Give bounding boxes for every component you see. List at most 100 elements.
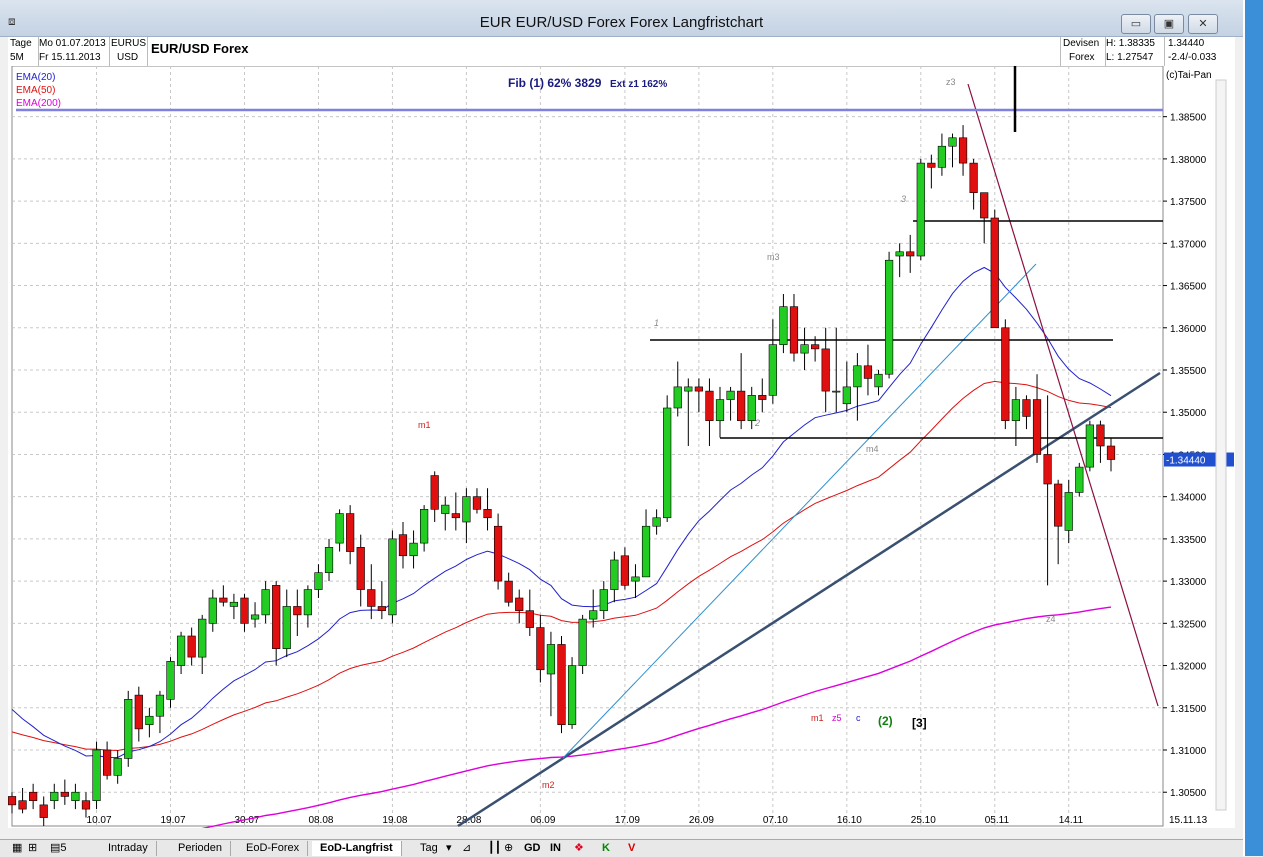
candle-body [779,306,788,345]
y-tick-label: 1.36500 [1170,282,1207,293]
candle-body [557,644,566,725]
last-price: 1.34440 [1168,38,1205,49]
candle-body [219,597,228,603]
wave-annotation: z3 [946,77,956,87]
y-tick-label: 1.31000 [1170,746,1207,757]
wave-annotation: m2 [542,780,555,790]
symbol-top: EURUS [111,38,147,49]
table-icon[interactable]: ⊞ [28,841,37,856]
wave-annotation: m3 [767,252,780,262]
y-tick-label: 1.32000 [1170,662,1207,673]
gd-button[interactable]: GD [524,841,541,856]
chevron-down-icon[interactable]: ▾ [446,841,452,856]
x-tick-label: 16.10 [837,815,862,826]
close-button[interactable]: ✕ [1188,14,1218,34]
wave-annotation: 2 [754,418,760,428]
candle-body [420,509,429,544]
x-tick-label: 10.07 [87,815,112,826]
candle-body [948,137,957,147]
tab-eod-forex[interactable]: EoD-Forex [238,841,309,856]
x-tick-label: 26.09 [689,815,714,826]
bars-icon[interactable]: ┃┃ [488,841,501,856]
wave-annotation: z5 [832,713,842,723]
candle-body [705,390,714,421]
candle-body [694,386,703,392]
copyright-label: (c)Tai-Pan [1166,70,1212,81]
x-tick-label: 19.07 [161,815,186,826]
candle-body [737,390,746,421]
in-button[interactable]: IN [550,841,561,856]
candle-body [567,665,577,725]
grid-icon[interactable]: ▦ [12,841,22,856]
candle-body [536,627,545,671]
symbol-bottom: USD [117,52,139,63]
timeframe-dropdown[interactable]: Tag [420,841,438,856]
period-value: 5M [10,52,24,63]
candle-body [800,344,809,354]
candle-body [789,306,799,354]
x-tick-label: 05.11 [985,815,1010,826]
y-tick-label: 1.37000 [1170,239,1207,250]
candle-body [546,644,556,675]
y-tick-label: 1.33500 [1170,535,1207,546]
price-change: -2.4/-0.033 [1168,52,1217,63]
candle-body [145,715,154,725]
candle-body [990,217,999,329]
date-range-cell[interactable]: Mo 01.07.2013 Fr 15.11.2013 [38,37,110,66]
market-cell: Devisen Forex [1060,37,1106,66]
symbol-cell[interactable]: EURUS USD [110,37,148,66]
wave-annotation: m1 [418,420,431,430]
tab-perioden[interactable]: Perioden [170,841,232,856]
candle-body [863,365,873,379]
chart-type-icon[interactable]: ⊿ [462,841,471,856]
wave-annotation: 1 [654,318,659,328]
low-value: L: 1.27547 [1106,52,1154,63]
x-tick-label: 06.09 [530,815,555,826]
candle-body [874,373,883,388]
candle-body [208,597,217,624]
v-button[interactable]: V [628,841,635,856]
candle-body [726,390,735,400]
candle-body [884,259,894,375]
x-tick-label: 15.11.13 [1169,815,1208,826]
candle-body [314,572,323,590]
legend-item: EMA(20) [16,72,55,83]
period-cell[interactable]: Tage 5M [8,37,39,66]
tab-eod-langfrist[interactable]: EoD-Langfrist [312,841,402,856]
y-tick-label: 1.36000 [1170,324,1207,335]
candle-body [631,576,640,582]
k-button[interactable]: K [602,841,610,856]
candle-body [832,390,841,393]
y-tick-label: 1.38500 [1170,113,1207,124]
candle-body [1106,445,1116,460]
candle-body [811,344,820,350]
candle-body [504,580,513,603]
candle-body [589,610,598,620]
tab-intraday[interactable]: Intraday [100,841,157,856]
restore-button[interactable]: ▣ [1154,14,1184,34]
candle-body [18,800,27,810]
candle-body [684,386,693,392]
candle-body [166,661,175,700]
candle-body [303,589,312,616]
candle-body [462,496,471,523]
candle-body [261,589,270,616]
title-bar: ⧈ EUR EUR/USD Forex Forex Langfristchart… [0,0,1243,37]
candle-body [60,791,69,797]
candle-body [1001,327,1010,421]
y-tick-label: 1.32500 [1170,619,1207,630]
high-low-cell: H: 1.38335 L: 1.27547 [1104,37,1165,66]
candle-body [610,559,619,590]
minimize-button[interactable]: ▭ [1121,14,1151,34]
candle-body [747,395,756,421]
color-icon[interactable]: ❖ [574,841,584,856]
candle-body [155,694,165,717]
clipboard-icon[interactable]: ▤5 [50,841,67,856]
chart-area[interactable]: 1.38500 1.38000 1.37500 1.37000 1.36500 1.360… [7,65,1235,848]
candle-body [335,513,344,544]
candle-body [398,534,408,557]
candle-body [187,635,196,658]
candle-body [641,525,651,578]
zoom-icon[interactable]: ⊕ [504,841,513,856]
ext-label: Ext z1 162% [610,79,667,90]
